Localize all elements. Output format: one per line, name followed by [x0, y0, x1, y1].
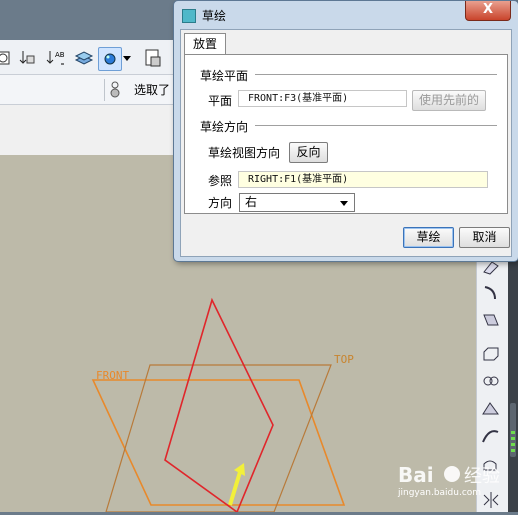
sketch-dialog: 草绘 X 放置 草绘平面 平面 FRONT:F3(基准平面) 使用先前的 草绘方…: [173, 0, 518, 262]
chamfer-icon[interactable]: [480, 346, 502, 364]
chevron-down-icon: [340, 201, 348, 206]
direction-label: 方向: [208, 196, 233, 210]
baidu-watermark-logo: Bai 经验: [398, 463, 500, 487]
round-icon[interactable]: [480, 311, 502, 329]
direction-arrow: [228, 471, 242, 506]
rib-icon[interactable]: [480, 428, 502, 446]
dialog-titlebar[interactable]: 草绘 X: [174, 1, 518, 27]
sketch-outline: [164, 297, 274, 512]
sketch-button[interactable]: 草绘: [403, 227, 454, 248]
sweep-icon[interactable]: [480, 284, 502, 302]
sketch-plane-section-title: 草绘平面: [200, 69, 249, 83]
svg-text:经验: 经验: [464, 466, 500, 487]
flip-button[interactable]: 反向: [289, 142, 328, 163]
dialog-title: 草绘: [202, 9, 227, 23]
placement-panel: 草绘平面 平面 FRONT:F3(基准平面) 使用先前的 草绘方向 草绘视图方向…: [184, 54, 508, 214]
app-icon: [182, 9, 196, 23]
hole-icon[interactable]: [480, 372, 502, 390]
front-plane-label: FRONT: [96, 369, 130, 382]
direction-value: 右: [245, 195, 258, 209]
plane-label: 平面: [208, 94, 233, 108]
top-plane-label: TOP: [334, 353, 354, 366]
plane-field[interactable]: FRONT:F3(基准平面): [238, 90, 407, 107]
shell-icon[interactable]: [480, 400, 502, 418]
divider: [255, 125, 497, 126]
watermark-url: jingyan.baidu.com: [398, 488, 482, 498]
reference-label: 参照: [208, 174, 233, 188]
view-direction-label: 草绘视图方向: [208, 146, 281, 160]
top-plane: [105, 364, 332, 512]
front-plane: [91, 379, 346, 506]
direction-select[interactable]: 右: [239, 193, 355, 212]
sketch-orientation-section-title: 草绘方向: [200, 120, 249, 134]
use-previous-button[interactable]: 使用先前的: [412, 90, 486, 111]
svg-text:Bai: Bai: [398, 463, 434, 487]
dialog-body: 放置 草绘平面 平面 FRONT:F3(基准平面) 使用先前的 草绘方向 草绘视…: [180, 29, 512, 257]
reference-field[interactable]: RIGHT:F1(基准平面): [238, 171, 488, 188]
cancel-button[interactable]: 取消: [459, 227, 510, 248]
tab-placement[interactable]: 放置: [184, 33, 226, 55]
close-button[interactable]: X: [465, 1, 511, 21]
divider: [255, 74, 497, 75]
